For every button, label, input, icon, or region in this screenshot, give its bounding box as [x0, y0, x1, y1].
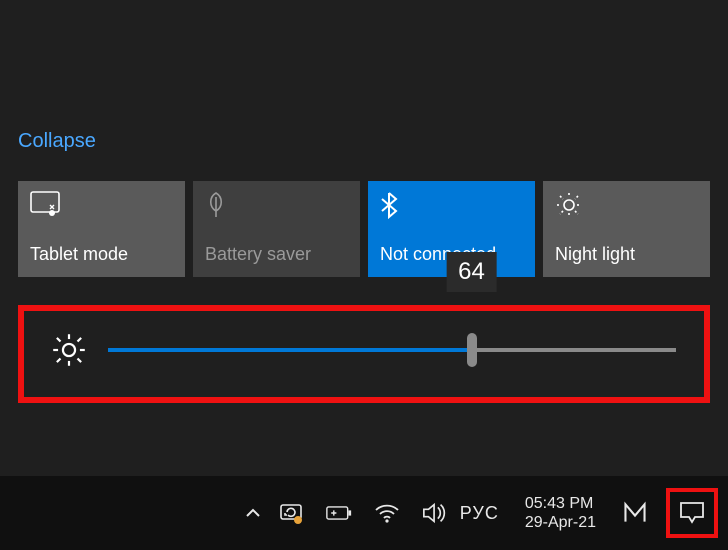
action-center-button[interactable] — [666, 488, 718, 538]
brightness-slider[interactable]: 64 — [108, 348, 676, 352]
clock-date: 29-Apr-21 — [525, 513, 596, 532]
monogram-icon[interactable] — [622, 500, 648, 526]
collapse-link[interactable]: Collapse — [18, 130, 96, 153]
tile-night-light[interactable]: Night light — [543, 181, 710, 277]
tablet-mode-icon — [30, 191, 173, 219]
slider-fill — [108, 348, 472, 352]
action-center-panel: Collapse Tablet mode Battery saver — [0, 0, 728, 403]
slider-value-tooltip: 64 — [446, 252, 497, 292]
taskbar-clock[interactable]: 05:43 PM 29-Apr-21 — [525, 494, 596, 532]
tile-battery-saver[interactable]: Battery saver — [193, 181, 360, 277]
input-language[interactable]: РУС — [460, 503, 499, 524]
tray-overflow-icon[interactable] — [240, 500, 266, 526]
tile-label: Battery saver — [205, 244, 348, 265]
brightness-slider-region: 64 — [18, 305, 710, 403]
clock-time: 05:43 PM — [525, 494, 596, 513]
tile-label: Tablet mode — [30, 244, 173, 265]
leaf-icon — [205, 191, 348, 219]
tile-label: Night light — [555, 244, 698, 265]
brightness-icon — [52, 333, 86, 367]
notification-icon — [678, 500, 706, 526]
nightlight-icon — [555, 191, 698, 219]
taskbar: РУС 05:43 PM 29-Apr-21 — [0, 476, 728, 550]
battery-icon[interactable] — [326, 500, 352, 526]
bluetooth-icon — [380, 191, 523, 219]
sync-icon[interactable] — [278, 500, 304, 526]
tile-tablet-mode[interactable]: Tablet mode — [18, 181, 185, 277]
wifi-icon[interactable] — [374, 500, 400, 526]
system-tray — [278, 500, 448, 526]
quick-action-tiles: Tablet mode Battery saver Not connected — [18, 181, 710, 277]
slider-thumb[interactable] — [467, 333, 477, 367]
volume-icon[interactable] — [422, 500, 448, 526]
